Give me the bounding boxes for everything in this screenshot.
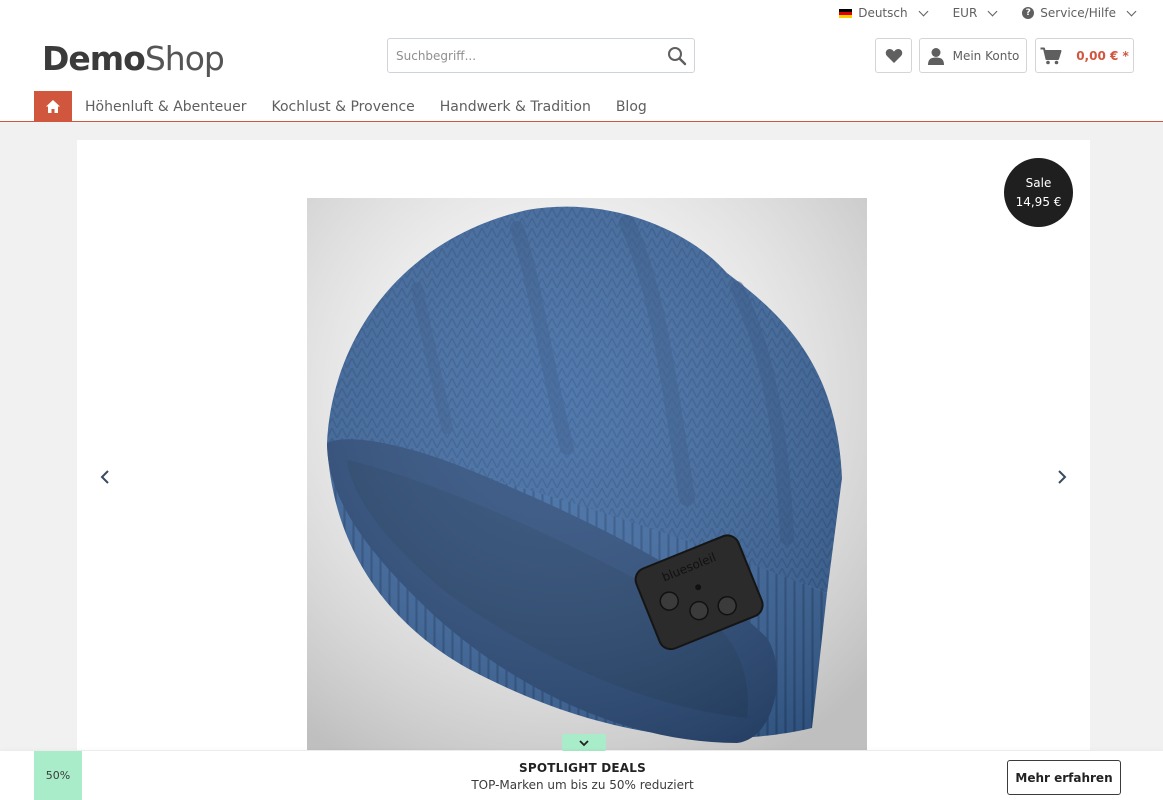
nav-item-hoehenluft[interactable]: Höhenluft & Abenteuer (73, 91, 259, 122)
cart-icon (1040, 47, 1062, 64)
chevron-right-icon (1058, 470, 1067, 484)
chevron-down-icon (987, 6, 998, 16)
user-icon (927, 47, 944, 65)
account-label: Mein Konto (952, 48, 1020, 63)
wishlist-button[interactable] (875, 38, 912, 73)
nav-item-handwerk[interactable]: Handwerk & Tradition (428, 91, 603, 122)
search-input[interactable] (388, 39, 660, 72)
nav-item-blog[interactable]: Blog (604, 91, 659, 122)
logo-part-demo: Demo (42, 39, 146, 78)
language-label: Deutsch (858, 6, 908, 20)
question-icon: ? (1022, 7, 1035, 19)
sale-label: Sale (1025, 175, 1052, 190)
service-label: Service/Hilfe (1040, 6, 1116, 20)
logo-part-shop: Shop (144, 39, 225, 78)
shop-logo[interactable]: DemoShop (42, 39, 225, 78)
chevron-down-icon (1126, 6, 1137, 16)
chevron-down-icon (579, 739, 589, 746)
language-switcher[interactable]: Deutsch (839, 6, 929, 20)
chevron-down-icon (918, 6, 929, 16)
search-icon (668, 46, 687, 65)
top-bar: Deutsch EUR ? Service/Hilfe (839, 0, 1137, 26)
deal-text: SPOTLIGHT DEALS TOP-Marken um bis zu 50%… (380, 761, 785, 792)
home-button[interactable] (34, 91, 72, 122)
beanie-hat-image: bluesoleil (307, 198, 867, 750)
slider-prev-button[interactable] (94, 466, 116, 488)
deal-title: SPOTLIGHT DEALS (519, 761, 646, 775)
header: Deutsch EUR ? Service/Hilfe DemoShop Suc… (0, 0, 1163, 122)
main-navigation: Höhenluft & Abenteuer Kochlust & Provenc… (34, 91, 659, 122)
currency-switcher[interactable]: EUR (952, 6, 998, 20)
deal-expand-toggle[interactable] (562, 734, 606, 751)
sale-price: 14,95 € (1015, 194, 1062, 209)
nav-item-kochlust[interactable]: Kochlust & Provence (260, 91, 427, 122)
discount-badge: 50% (34, 751, 82, 800)
search-bar (387, 38, 695, 73)
account-button[interactable]: Mein Konto (919, 38, 1027, 73)
german-flag-icon (839, 8, 853, 18)
service-menu[interactable]: ? Service/Hilfe (1022, 6, 1137, 20)
home-icon (46, 100, 60, 113)
deal-subtitle: TOP-Marken um bis zu 50% reduziert (471, 778, 694, 792)
cart-total: 0,00 € * (1076, 48, 1129, 63)
spotlight-deal-bar: 50% SPOTLIGHT DEALS TOP-Marken um bis zu… (0, 751, 1163, 800)
heart-icon (885, 48, 902, 63)
chevron-left-icon (100, 470, 109, 484)
cart-button[interactable]: 0,00 € * (1035, 38, 1134, 73)
slider-next-button[interactable] (1051, 466, 1073, 488)
currency-label: EUR (952, 6, 978, 20)
product-image[interactable]: bluesoleil (307, 198, 867, 750)
sale-badge: Sale 14,95 € (1004, 158, 1073, 227)
more-info-button[interactable]: Mehr erfahren (1007, 760, 1121, 795)
product-slider: bluesoleil Sale 14,95 € (77, 140, 1090, 750)
search-button[interactable] (660, 39, 694, 72)
